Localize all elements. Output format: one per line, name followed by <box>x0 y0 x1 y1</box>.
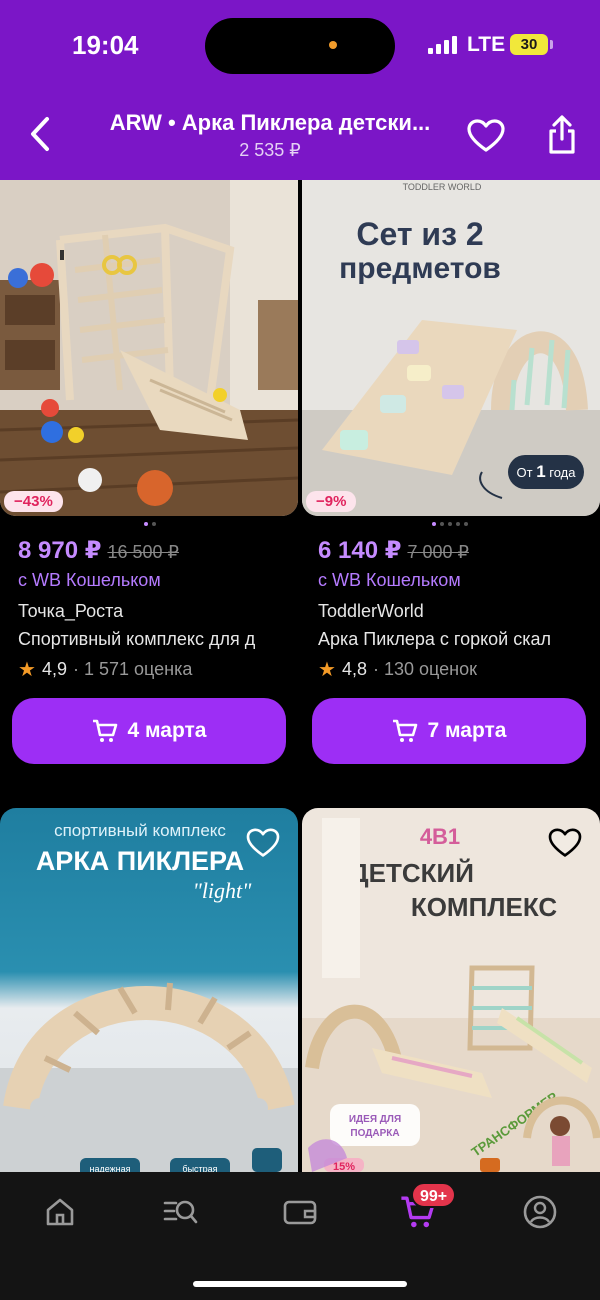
brand-name: ToddlerWorld <box>318 601 424 621</box>
discount-badge: 15% <box>333 1161 355 1172</box>
image-text-line2: КОМПЛЕКС <box>411 892 558 922</box>
cart-icon <box>392 719 417 742</box>
rating-value: 4,9 <box>41 659 67 679</box>
signal-icon <box>428 36 460 54</box>
header-title-block: ARW • Арка Пиклера детски... 2 535 ₽ <box>80 110 460 161</box>
image-top-text: 4В1 <box>420 824 460 849</box>
product-image[interactable]: спортивный комплекс АРКА ПИКЛЕРА "light"… <box>0 808 298 1172</box>
discount-badge: −9% <box>306 491 357 512</box>
page-subtitle-price: 2 535 ₽ <box>239 140 301 160</box>
heart-icon <box>246 828 280 857</box>
cart-count-badge: 99+ <box>411 1182 457 1208</box>
tab-catalog[interactable] <box>158 1190 202 1234</box>
reviews-count: · 1 571 оценка <box>72 659 193 679</box>
image-brand-text: TODDLER WORLD <box>403 182 482 192</box>
cart-icon <box>92 719 117 742</box>
status-time: 19:04 <box>72 30 139 60</box>
rating-row: ★ 4,8 · 130 оценок <box>318 657 477 682</box>
tab-home[interactable] <box>38 1190 82 1234</box>
product-name: Арка Пиклера с горкой скал <box>318 629 552 649</box>
add-to-cart-button[interactable]: 7 марта <box>312 698 586 764</box>
share-icon <box>549 115 575 154</box>
image-headline-line2: предметов <box>339 252 501 285</box>
wallet-price-note: с WB Кошельком <box>18 570 161 590</box>
wallet-icon <box>283 1200 317 1225</box>
status-bar: 19:04 LTE 30 <box>0 0 600 92</box>
rating-row: ★ 4,9 · 1 571 оценка <box>18 657 192 682</box>
image-text-line1: ДЕТСКИЙ <box>350 858 474 888</box>
image-text-line1: спортивный комплекс <box>54 821 226 840</box>
back-button[interactable] <box>20 110 60 158</box>
dynamic-island <box>205 18 395 74</box>
tab-wallet[interactable] <box>278 1190 322 1234</box>
image-sticker-line2: ПОДАРКА <box>350 1128 399 1139</box>
product-card[interactable]: −43% 8 970 ₽16 500 ₽ с WB Кошельком Точк… <box>0 180 300 780</box>
discount-badge: −43% <box>4 491 63 512</box>
brand-name: Точка_Роста <box>18 601 124 621</box>
home-icon <box>46 1198 74 1226</box>
price-row: 6 140 ₽7 000 ₽ <box>318 536 469 565</box>
favorite-button[interactable] <box>464 114 508 158</box>
image-pager-dots <box>0 522 300 526</box>
image-tag-1: надежная <box>89 1164 130 1172</box>
network-type: LTE <box>467 33 506 56</box>
tab-profile[interactable] <box>518 1190 562 1234</box>
profile-icon <box>523 1195 557 1229</box>
wallet-price-note: с WB Кошельком <box>318 570 461 590</box>
price-row: 8 970 ₽16 500 ₽ <box>18 536 179 565</box>
image-headline-line1: Сет из 2 <box>356 216 483 252</box>
home-indicator[interactable] <box>193 1281 407 1287</box>
product-card[interactable]: спортивный комплекс АРКА ПИКЛЕРА "light"… <box>0 808 298 1172</box>
heart-icon <box>548 828 582 857</box>
star-icon: ★ <box>318 659 336 681</box>
old-price: 7 000 ₽ <box>407 542 469 562</box>
image-pager-dots <box>300 522 600 526</box>
privacy-indicator <box>329 41 337 49</box>
image-text-line2: АРКА ПИКЛЕРА <box>36 846 244 876</box>
add-to-favorites-button[interactable] <box>548 828 582 862</box>
catalog-search-icon <box>163 1200 198 1224</box>
delivery-date: 4 марта <box>127 719 207 742</box>
add-to-cart-button[interactable]: 4 марта <box>12 698 286 764</box>
delivery-date: 7 марта <box>427 719 507 742</box>
age-badge: От 1 года <box>516 462 576 481</box>
page-title: ARW • Арка Пиклера детски... <box>109 110 431 135</box>
product-card[interactable]: TODDLER WORLD Сет из 2 предметов От 1 го… <box>300 180 600 780</box>
image-tag-2: быстрая <box>182 1164 217 1172</box>
reviews-count: · 130 оценок <box>372 659 477 679</box>
chevron-left-icon <box>31 117 49 151</box>
product-image[interactable]: −43% <box>0 180 298 516</box>
battery-icon: 30 <box>510 34 548 55</box>
current-price: 8 970 ₽ <box>18 537 102 564</box>
star-icon: ★ <box>18 659 36 681</box>
app-header: ARW • Арка Пиклера детски... 2 535 ₽ <box>0 92 600 180</box>
product-card[interactable]: 4В1 ДЕТСКИЙ КОМПЛЕКС ИДЕЯ ДЛЯ ПОДАРКА ТР… <box>302 808 600 1172</box>
product-image[interactable]: TODDLER WORLD Сет из 2 предметов От 1 го… <box>302 180 600 516</box>
heart-icon <box>467 119 505 152</box>
current-price: 6 140 ₽ <box>318 537 402 564</box>
rating-value: 4,8 <box>341 659 367 679</box>
old-price: 16 500 ₽ <box>107 542 179 562</box>
add-to-favorites-button[interactable] <box>246 828 280 862</box>
share-button[interactable] <box>540 112 584 158</box>
image-text-line3: "light" <box>193 878 253 903</box>
image-sticker-line1: ИДЕЯ ДЛЯ <box>349 1114 401 1125</box>
product-name: Спортивный комплекс для д <box>18 629 256 649</box>
battery-nub <box>550 40 553 49</box>
product-image[interactable]: 4В1 ДЕТСКИЙ КОМПЛЕКС ИДЕЯ ДЛЯ ПОДАРКА ТР… <box>302 808 600 1172</box>
